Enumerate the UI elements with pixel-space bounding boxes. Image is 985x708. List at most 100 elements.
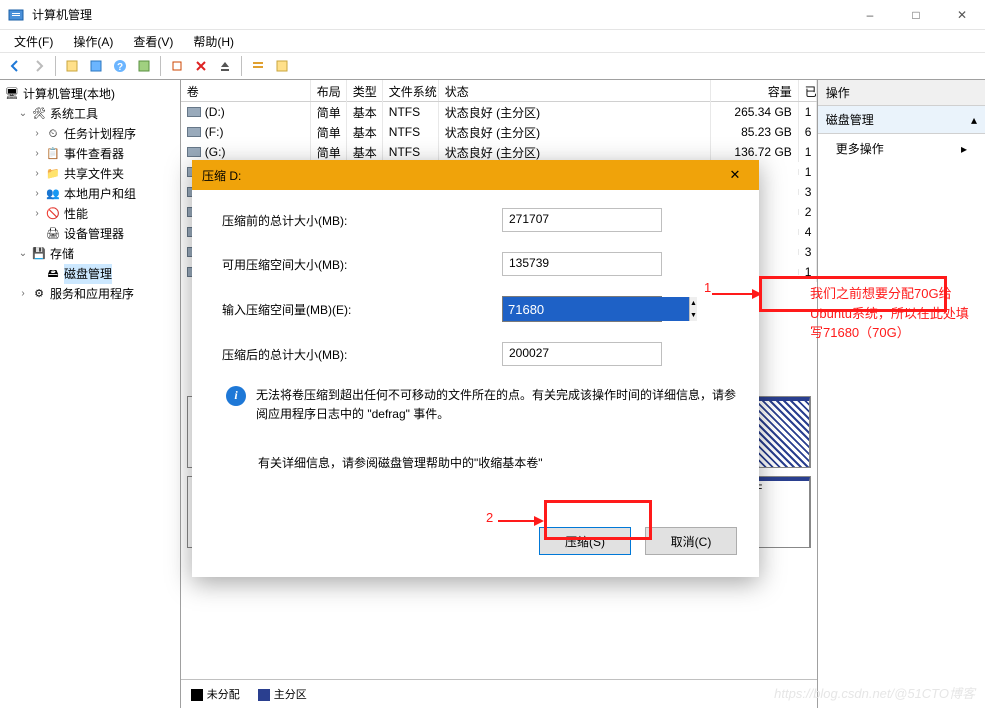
info-icon: i (226, 386, 246, 406)
tree-label: 磁盘管理 (64, 264, 112, 284)
tree-event-viewer[interactable]: ›📋事件查看器 (32, 144, 178, 164)
actions-more[interactable]: 更多操作▸ (818, 134, 985, 163)
toolbar-list-button[interactable] (247, 55, 269, 77)
tree-performance[interactable]: ›🚫性能 (32, 204, 178, 224)
toolbar-help-button[interactable]: ? (109, 55, 131, 77)
total-before-label: 压缩前的总计大小(MB): (222, 212, 502, 229)
menu-action[interactable]: 操作(A) (65, 31, 121, 52)
expand-icon[interactable]: › (32, 204, 42, 224)
expand-icon[interactable]: ⌄ (18, 244, 28, 264)
toolbar-delete-button[interactable] (190, 55, 212, 77)
spinner-up-button[interactable]: ▲ (690, 297, 697, 309)
toolbar-separator (55, 56, 56, 76)
expand-icon[interactable]: ⌄ (18, 104, 28, 124)
tree-local-users[interactable]: ›👥本地用户和组 (32, 184, 178, 204)
annotation-arrow-1 (712, 284, 762, 304)
expand-icon[interactable]: › (32, 124, 42, 144)
volume-list-header[interactable]: 卷 布局 类型 文件系统 状态 容量 已 (181, 80, 817, 102)
toolbar: ? (0, 52, 985, 80)
toolbar-properties-button[interactable] (85, 55, 107, 77)
tree-label: 服务和应用程序 (50, 284, 134, 304)
tree-label: 存储 (50, 244, 74, 264)
col-rest[interactable]: 已 (799, 80, 817, 101)
toolbar-up-button[interactable] (61, 55, 83, 77)
volume-row[interactable]: (D:)简单基本NTFS状态良好 (主分区)265.34 GB1 (181, 102, 817, 122)
toolbar-separator (241, 56, 242, 76)
tree-shared-folders[interactable]: ›📁共享文件夹 (32, 164, 178, 184)
window-titlebar: 计算机管理 – □ ✕ (0, 0, 985, 30)
shrink-amount-spinner[interactable]: ▲▼ (502, 296, 662, 322)
volume-row[interactable]: (F:)简单基本NTFS状态良好 (主分区)85.23 GB6 (181, 122, 817, 142)
available-shrink-value: 135739 (502, 252, 662, 276)
volume-icon (187, 107, 201, 117)
tree-system-tools[interactable]: ⌄🛠系统工具 (18, 104, 178, 124)
tree-task-scheduler[interactable]: ›⏲任务计划程序 (32, 124, 178, 144)
menu-bar: 文件(F) 操作(A) 查看(V) 帮助(H) (0, 30, 985, 52)
clock-icon: ⏲ (45, 126, 61, 142)
total-before-value: 271707 (502, 208, 662, 232)
col-capacity[interactable]: 容量 (711, 80, 799, 101)
col-status[interactable]: 状态 (439, 80, 711, 101)
col-volume[interactable]: 卷 (181, 80, 311, 101)
tree-root-label: 计算机管理(本地) (23, 84, 115, 104)
col-layout[interactable]: 布局 (311, 80, 347, 101)
menu-help[interactable]: 帮助(H) (185, 31, 242, 52)
toolbar-forward-button[interactable] (28, 55, 50, 77)
actions-group[interactable]: 磁盘管理▴ (818, 106, 985, 134)
tree-label: 共享文件夹 (64, 164, 124, 184)
device-icon: 🖨 (45, 226, 61, 242)
dialog-info-text: 无法将卷压缩到超出任何不可移动的文件所在的点。有关完成该操作时间的详细信息，请参… (256, 386, 739, 424)
tree-services-apps[interactable]: ›⚙服务和应用程序 (18, 284, 178, 304)
app-icon (8, 7, 24, 23)
toolbar-refresh-button[interactable] (166, 55, 188, 77)
tree-label: 性能 (64, 204, 88, 224)
col-fs[interactable]: 文件系统 (383, 80, 439, 101)
expand-icon[interactable]: › (32, 184, 42, 204)
actions-pane: 操作 磁盘管理▴ 更多操作▸ (818, 80, 985, 708)
annotation-number-2: 2 (486, 508, 493, 528)
expand-icon[interactable]: › (18, 284, 28, 304)
dialog-info: i 无法将卷压缩到超出任何不可移动的文件所在的点。有关完成该操作时间的详细信息，… (226, 386, 739, 424)
toolbar-view-button[interactable] (133, 55, 155, 77)
annotation-number-1: 1 (704, 278, 711, 298)
window-maximize-button[interactable]: □ (893, 0, 939, 30)
volume-row[interactable]: (G:)简单基本NTFS状态良好 (主分区)136.72 GB1 (181, 142, 817, 162)
tools-icon: 🛠 (31, 106, 47, 122)
menu-view[interactable]: 查看(V) (125, 31, 181, 52)
dialog-titlebar[interactable]: 压缩 D: ✕ (192, 160, 759, 190)
shrink-button[interactable]: 压缩(S) (539, 527, 631, 555)
window-close-button[interactable]: ✕ (939, 0, 985, 30)
cancel-button[interactable]: 取消(C) (645, 527, 737, 555)
col-type[interactable]: 类型 (347, 80, 383, 101)
tree-label: 任务计划程序 (64, 124, 136, 144)
annotation-arrow-2 (498, 511, 544, 531)
spinner-down-button[interactable]: ▼ (690, 309, 697, 321)
tree-label: 事件查看器 (64, 144, 124, 164)
perf-icon: 🚫 (45, 206, 61, 222)
total-after-label: 压缩后的总计大小(MB): (222, 346, 502, 363)
folder-icon: 📁 (45, 166, 61, 182)
expand-icon[interactable]: › (32, 164, 42, 184)
toolbar-separator (160, 56, 161, 76)
tree-device-manager[interactable]: 🖨设备管理器 (32, 224, 178, 244)
shrink-amount-label: 输入压缩空间量(MB)(E): (222, 301, 502, 318)
event-icon: 📋 (45, 146, 61, 162)
window-minimize-button[interactable]: – (847, 0, 893, 30)
tree-storage[interactable]: ⌄💾存储 (18, 244, 178, 264)
dialog-close-button[interactable]: ✕ (721, 164, 749, 186)
volume-icon (187, 127, 201, 137)
tree-root[interactable]: 🖥 计算机管理(本地) (4, 84, 178, 104)
shrink-amount-input[interactable] (503, 297, 689, 321)
tree-label: 系统工具 (50, 104, 98, 124)
navigation-tree[interactable]: 🖥 计算机管理(本地) ⌄🛠系统工具 ›⏲任务计划程序 ›📋事件查看器 ›📁共享… (0, 80, 181, 708)
available-shrink-label: 可用压缩空间大小(MB): (222, 256, 502, 273)
toolbar-back-button[interactable] (4, 55, 26, 77)
users-icon: 👥 (45, 186, 61, 202)
toolbar-eject-button[interactable] (214, 55, 236, 77)
expand-icon[interactable]: › (32, 144, 42, 164)
menu-file[interactable]: 文件(F) (6, 31, 61, 52)
computer-icon: 🖥 (4, 86, 20, 102)
toolbar-detail-button[interactable] (271, 55, 293, 77)
tree-disk-management[interactable]: 🖴磁盘管理 (32, 264, 178, 284)
tree-label: 本地用户和组 (64, 184, 136, 204)
